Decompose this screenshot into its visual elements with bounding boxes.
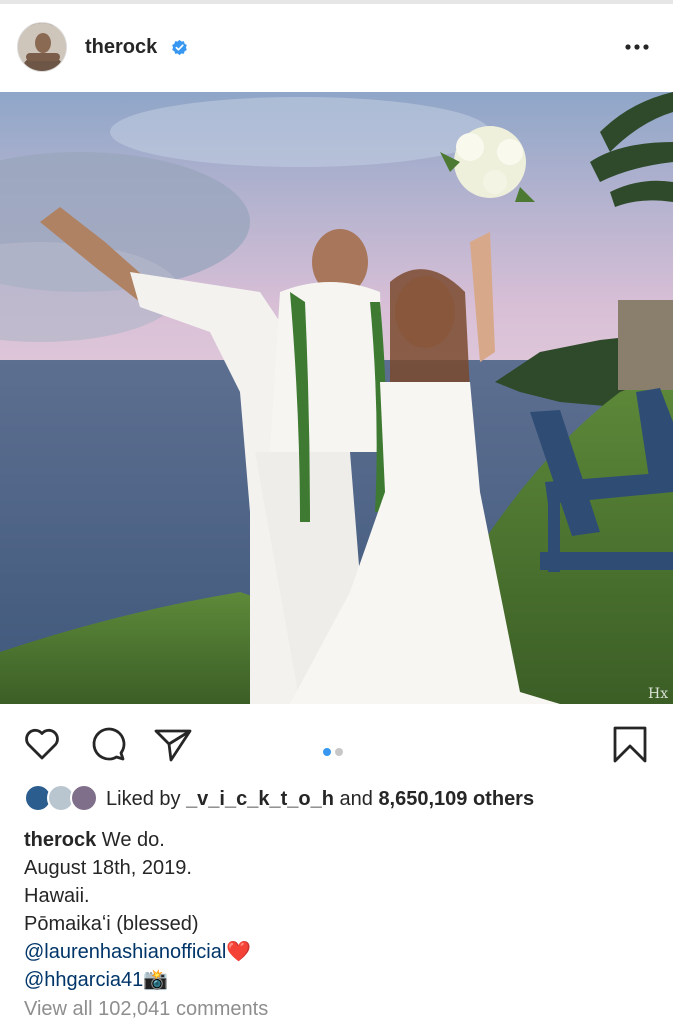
post-actions-bar <box>0 704 673 782</box>
svg-text:Hx: Hx <box>648 686 668 702</box>
likes-prefix: Liked by <box>106 788 187 810</box>
mention-link[interactable]: @laurenhashianofficial <box>24 941 226 963</box>
likes-summary[interactable]: Liked by _v_i_c_k_t_o_h and 8,650,109 ot… <box>24 784 664 814</box>
caption-text: We do. <box>96 829 165 851</box>
caption-line: Pōmaikaʻi (blessed) <box>24 913 199 935</box>
caption-username[interactable]: therock <box>24 829 96 851</box>
comment-icon[interactable] <box>88 724 128 764</box>
likes-connector: and <box>333 788 379 810</box>
post-photo[interactable]: Hx <box>0 92 673 704</box>
carousel-dot <box>335 748 343 756</box>
carousel-indicator <box>323 743 347 761</box>
view-all-comments-link[interactable]: View all 102,041 comments <box>24 998 268 1021</box>
heart-icon[interactable] <box>22 724 62 764</box>
liker-avatar <box>70 784 98 812</box>
wedding-photo-illustration: Hx <box>0 92 673 704</box>
verified-badge-icon <box>172 39 187 56</box>
caption-line: Hawaii. <box>24 885 90 907</box>
post-username[interactable]: therock <box>85 36 157 59</box>
caption-line: August 18th, 2019. <box>24 857 192 879</box>
heart-emoji: ❤️ <box>226 941 252 963</box>
likes-count-link[interactable]: 8,650,109 others <box>378 788 534 810</box>
mention-link[interactable]: @hhgarcia41 <box>24 969 143 991</box>
paper-plane-icon[interactable] <box>153 724 193 764</box>
camera-emoji: 📸 <box>143 969 169 991</box>
carousel-dot-active <box>323 748 331 756</box>
more-options-icon[interactable] <box>622 32 652 62</box>
avatar[interactable] <box>17 22 67 72</box>
likes-text: Liked by _v_i_c_k_t_o_h and 8,650,109 ot… <box>106 788 534 811</box>
post-caption: therock We do. August 18th, 2019. Hawaii… <box>24 826 654 994</box>
post-header: therock <box>0 4 673 92</box>
bookmark-icon[interactable] <box>610 724 650 764</box>
liked-by-user-link[interactable]: _v_i_c_k_t_o_h <box>186 788 334 810</box>
